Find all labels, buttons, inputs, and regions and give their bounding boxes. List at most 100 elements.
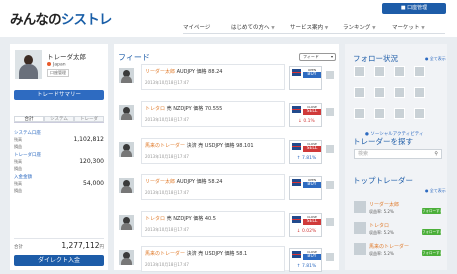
avatar[interactable]: [354, 222, 366, 234]
top-traders-title: トップトレーダー: [353, 176, 413, 185]
nav-item-beginners[interactable]: はじめての方へ ▼: [231, 23, 290, 31]
account-management-button[interactable]: ■ 口座管理: [382, 3, 446, 14]
trader-name-link[interactable]: 馬来のトレーダー: [369, 243, 409, 250]
avatar[interactable]: [326, 181, 334, 189]
nav-item-services[interactable]: サービス案内 ▼: [290, 23, 343, 31]
post-bubble: 馬来のトレーダー 決済 売 USDJPY 価格 58.1 2013年10月18日…: [141, 246, 285, 272]
avatar[interactable]: [354, 108, 365, 119]
trade-side: SELL: [303, 109, 321, 115]
avatar[interactable]: [394, 66, 405, 77]
avatar[interactable]: [326, 145, 334, 153]
nav-item-mypage[interactable]: マイページ: [183, 23, 231, 31]
trader-return-rate: 収益率: 5.2%: [369, 251, 394, 256]
top-traders-show-all-link[interactable]: ● 全て表示: [425, 188, 446, 194]
trade-percent: ↓ 0.02%: [296, 229, 317, 234]
find-trader-title: トレーダーを探す: [353, 137, 413, 146]
trade-percent: ↓ 0.1%: [298, 119, 315, 124]
trade-badge[interactable]: CLOSE SELL ↓ 0.02%: [289, 213, 322, 237]
avatar[interactable]: [15, 50, 42, 79]
avatar[interactable]: [326, 108, 334, 116]
feed-post[interactable]: リーダー太郎 AUDJPY 価格 58.24 2013年10月18日17:47 …: [114, 172, 339, 206]
avatar[interactable]: [119, 105, 134, 120]
profile-panel: トレーダ太郎 Japan 口座管理 トレードサマリー 合計 システム トレーダ …: [10, 44, 108, 270]
post-text: 馬来のトレーダー 決済 売 USDJPY 価格 58.1: [145, 251, 248, 257]
post-text: 馬来のトレーダー 決済 売 USDJPY 価格 98.101: [145, 143, 254, 149]
avatar[interactable]: [326, 71, 334, 79]
trade-badge[interactable]: CLOSE SELL ↑ 7.81%: [289, 140, 322, 164]
avatar[interactable]: [354, 87, 365, 98]
avatar[interactable]: [374, 108, 385, 119]
top-bar: みんなのシストレ ■ 口座管理 マイページ はじめての方へ ▼ サービス案内 ▼…: [0, 0, 457, 37]
user-name[interactable]: トレーダ太郎: [47, 51, 86, 61]
trader-name-link[interactable]: トレタロ: [369, 222, 389, 229]
right-sidebar: フォロー状況 ● 全て表示 ● ソーシャルアクティビティ トレーダーを探す 検索…: [345, 44, 447, 270]
trade-badge[interactable]: OPEN BUY: [289, 176, 322, 200]
chevron-down-icon: ▼: [271, 26, 275, 31]
trade-side: BUY: [303, 182, 321, 188]
logo-prefix: みんなの: [10, 12, 62, 28]
trader-name-link[interactable]: リーダー太郎: [145, 69, 175, 75]
nav-item-ranking[interactable]: ランキング ▼: [343, 23, 392, 31]
feed-post[interactable]: リーダー太郎 AUDJPY 価格 88.24 2013年10月18日17:47 …: [114, 62, 339, 96]
avatar[interactable]: [354, 243, 366, 255]
trader-name-link[interactable]: トレタロ: [145, 106, 165, 112]
avatar[interactable]: [374, 87, 385, 98]
nav-item-market[interactable]: マーケット ▼: [392, 23, 442, 31]
site-logo[interactable]: みんなのシストレ: [10, 8, 112, 28]
avatar[interactable]: [119, 68, 134, 83]
avatar[interactable]: [119, 142, 134, 157]
avatar[interactable]: [326, 253, 334, 261]
trader-name-link[interactable]: リーダー太郎: [145, 179, 175, 185]
avatar[interactable]: [119, 250, 134, 265]
trader-name-link[interactable]: 馬来のトレーダー: [145, 251, 185, 257]
avatar[interactable]: [414, 66, 425, 77]
avatar[interactable]: [354, 201, 366, 213]
avatar[interactable]: [414, 108, 425, 119]
avatar[interactable]: [326, 218, 334, 226]
feed-post[interactable]: 馬来のトレーダー 決済 売 USDJPY 価格 58.1 2013年10月18日…: [114, 244, 339, 274]
tab-trader[interactable]: トレーダ: [74, 116, 104, 122]
country: Japan: [47, 62, 66, 68]
avatar[interactable]: [374, 66, 385, 77]
feed-filter-select[interactable]: フィード ▾: [299, 53, 336, 61]
search-icon[interactable]: ⚲: [434, 150, 438, 158]
trader-name-link[interactable]: リーダー太郎: [369, 201, 399, 208]
currency-flag-icon: [292, 69, 301, 76]
avatar[interactable]: [119, 215, 134, 230]
follow-show-all-link[interactable]: ● 全て表示: [425, 56, 446, 62]
follow-status-title: フォロー状況: [353, 54, 398, 63]
trader-return-rate: 収益率: 5.2%: [369, 209, 394, 214]
tab-total[interactable]: 合計: [14, 116, 44, 122]
follow-button[interactable]: フォローする: [422, 208, 443, 214]
follow-button[interactable]: フォローする: [422, 229, 443, 235]
currency-flag-icon: [292, 179, 301, 186]
account-tabs: 合計 システム トレーダ: [14, 116, 104, 123]
trade-badge[interactable]: CLOSE BUY ↑ 7.81%: [289, 248, 322, 272]
avatar[interactable]: [354, 66, 365, 77]
trade-badge[interactable]: OPEN BUY: [289, 66, 322, 90]
trader-name-link[interactable]: 馬来のトレーダー: [145, 143, 185, 149]
trader-return-rate: 収益率: 5.2%: [369, 230, 394, 235]
avatar[interactable]: [394, 108, 405, 119]
feed-post[interactable]: トレタロ 売 NZDJPY 価格 40.5 2013年10月18日17:47 C…: [114, 209, 339, 243]
tab-system[interactable]: システム: [44, 116, 74, 122]
post-bubble: リーダー太郎 AUDJPY 価格 88.24 2013年10月18日17:47: [141, 64, 285, 90]
post-timestamp: 2013年10月18日17:47: [145, 262, 189, 267]
account-tag[interactable]: 口座管理: [47, 69, 69, 77]
currency-flag-icon: [292, 251, 301, 258]
top-trader-item: トレタロ 収益率: 5.2% フォローする: [354, 220, 443, 240]
trade-summary-button[interactable]: トレードサマリー: [14, 90, 104, 100]
follow-button[interactable]: フォローする: [422, 250, 443, 256]
avatar[interactable]: [394, 87, 405, 98]
post-bubble: 馬来のトレーダー 決済 売 USDJPY 価格 98.101 2013年10月1…: [141, 138, 285, 164]
direct-deposit-button[interactable]: ダイレクト入金: [14, 255, 104, 266]
chevron-down-icon: ▼: [324, 26, 329, 31]
post-text: トレタロ 売 NZDJPY 価格 70.555: [145, 106, 223, 112]
trader-search-input[interactable]: 検索 ⚲: [354, 149, 442, 159]
feed-post[interactable]: 馬来のトレーダー 決済 売 USDJPY 価格 98.101 2013年10月1…: [114, 136, 339, 170]
trade-badge[interactable]: CLOSE SELL ↓ 0.1%: [289, 103, 322, 127]
feed-post[interactable]: トレタロ 売 NZDJPY 価格 70.555 2013年10月18日17:47…: [114, 99, 339, 133]
avatar[interactable]: [119, 178, 134, 193]
trader-name-link[interactable]: トレタロ: [145, 216, 165, 222]
avatar[interactable]: [414, 87, 425, 98]
